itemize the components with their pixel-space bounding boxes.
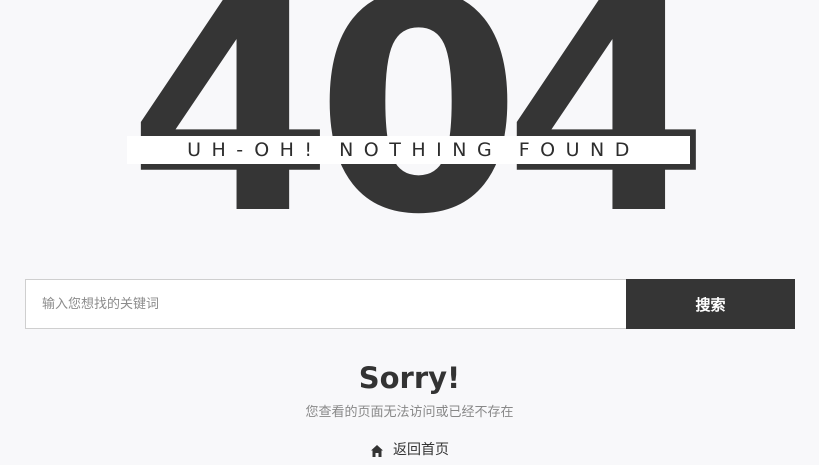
error-banner-text: UH-OH! NOTHING FOUND [187,139,640,161]
error-code: 404 [127,0,710,279]
error-banner: UH-OH! NOTHING FOUND [127,136,690,164]
home-icon [370,443,384,457]
sorry-title: Sorry! [358,361,461,395]
error-hero: 404 UH-OH! NOTHING FOUND [0,0,819,279]
home-link-row: 返回首页 [0,439,819,465]
search-input[interactable] [25,279,626,329]
search-form: 搜索 [25,279,795,329]
sorry-subtitle: 您查看的页面无法访问或已经不存在 [305,405,514,420]
search-button[interactable]: 搜索 [626,279,795,329]
